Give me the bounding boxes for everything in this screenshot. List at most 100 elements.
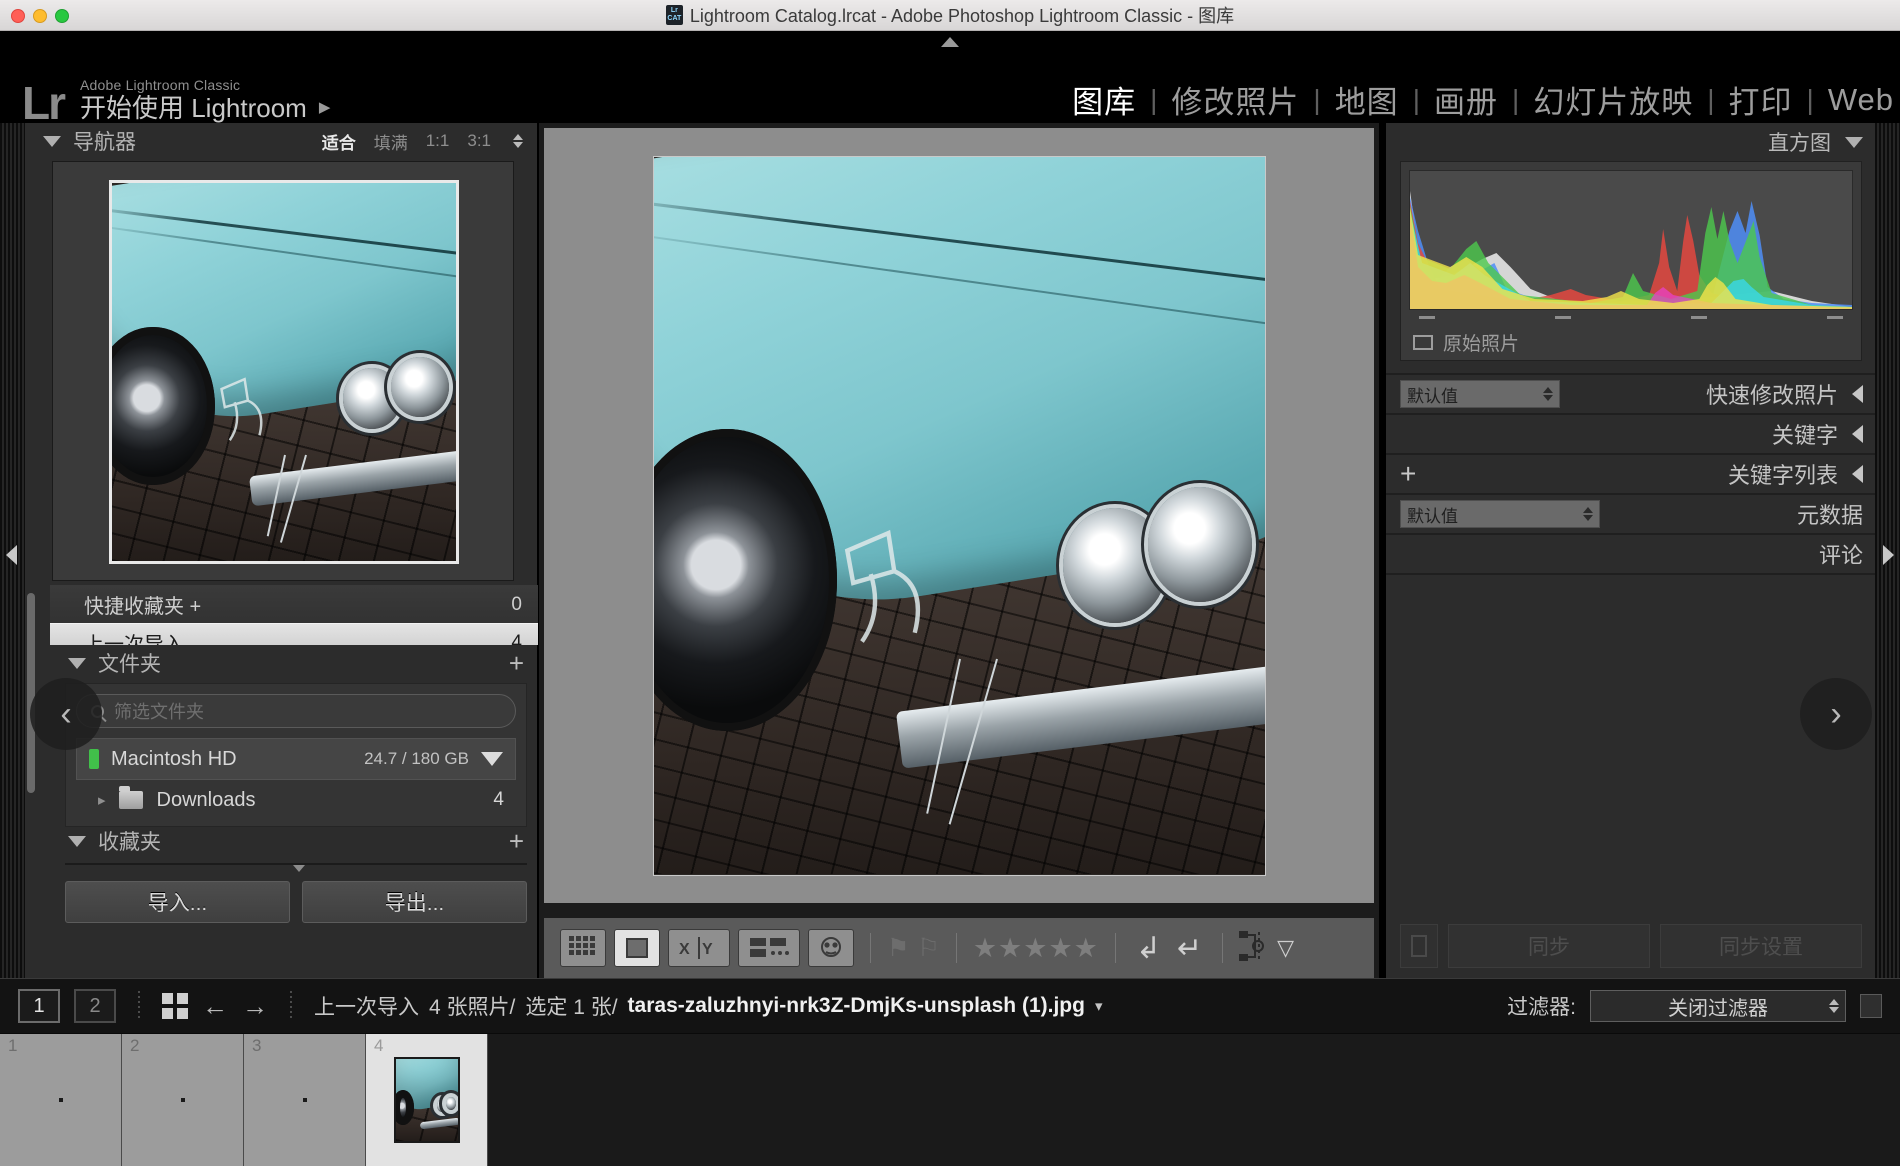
rotate-left-icon[interactable]: ↲ [1132, 931, 1165, 966]
status-source: 上一次导入 [314, 996, 419, 1019]
minimize-button[interactable] [33, 9, 47, 23]
left-panel-resize-grabber-icon[interactable] [293, 865, 305, 872]
next-photo-overlay-button[interactable]: › [1800, 678, 1872, 750]
grid-view-icon[interactable] [162, 993, 188, 1019]
filmstrip-thumb-4[interactable]: 4 [366, 1034, 488, 1166]
left-panel-scrollbar[interactable] [27, 593, 35, 793]
module-develop[interactable]: 修改照片 [1157, 77, 1313, 122]
sync-mode-toggle[interactable] [1400, 924, 1438, 968]
section-keywording[interactable]: 关键字 [1386, 413, 1875, 453]
filter-stepper-icon[interactable] [1829, 999, 1839, 1013]
chevron-down-icon[interactable] [43, 135, 61, 147]
right-panel-collapse-arrow-icon[interactable] [1883, 545, 1894, 565]
chevron-left-icon[interactable] [1852, 425, 1863, 443]
catalog-row-quick-collection[interactable]: 快捷收藏夹 + 0 [50, 585, 538, 623]
people-view-button[interactable] [808, 929, 854, 967]
module-separator: | [1806, 83, 1814, 115]
window-traffic-lights[interactable] [11, 9, 69, 23]
screen-2-button[interactable]: 2 [74, 989, 116, 1023]
chevron-left-icon[interactable] [1852, 385, 1863, 403]
export-button[interactable]: 导出... [302, 881, 527, 923]
compare-view-button[interactable]: XY [668, 929, 730, 967]
loupe-view-canvas[interactable] [544, 128, 1374, 903]
filmstrip-thumb-1[interactable]: 1 [0, 1034, 122, 1166]
filmstrip-thumb-2[interactable]: 2 [122, 1034, 244, 1166]
navigator-preview[interactable] [52, 161, 514, 581]
preset-stepper-icon[interactable] [1583, 507, 1593, 521]
zoom-mode-1-1[interactable]: 1:1 [426, 131, 450, 151]
chevron-down-icon[interactable] [1845, 136, 1863, 148]
identity-plate[interactable]: Lr Adobe Lightroom Classic 开始使用 Lightroo… [22, 77, 330, 123]
thumb-teal-classic-car [393, 1057, 460, 1143]
flag-reject-icon[interactable]: ⚐ [917, 933, 939, 963]
zoom-stepper-icon[interactable] [513, 134, 523, 148]
preset-stepper-icon[interactable] [1543, 387, 1553, 401]
screen-1-button[interactable]: 1 [18, 989, 60, 1023]
module-map[interactable]: 地图 [1321, 77, 1413, 122]
chevron-down-icon[interactable] [68, 835, 86, 847]
survey-view-button[interactable] [738, 929, 800, 967]
metadata-preset-select[interactable]: 默认值 [1400, 500, 1600, 528]
section-quick-develop[interactable]: 默认值 快速修改照片 [1386, 373, 1875, 413]
module-slideshow[interactable]: 幻灯片放映 [1519, 77, 1707, 122]
add-keyword-button[interactable]: + [1400, 460, 1416, 488]
next-photo-arrow-icon[interactable]: → [242, 991, 268, 1022]
section-metadata[interactable]: 默认值 元数据 [1386, 493, 1875, 533]
top-panel-toggle-arrow[interactable] [941, 37, 959, 47]
histogram-header[interactable]: 直方图 [1386, 123, 1875, 161]
volume-menu-chevron-down-icon[interactable] [481, 752, 503, 766]
original-photo-label: 原始照片 [1443, 334, 1520, 355]
section-keyword-list[interactable]: + 关键字列表 [1386, 453, 1875, 493]
volume-row-macintosh-hd[interactable]: Macintosh HD 24.7 / 180 GB [76, 738, 516, 780]
identity-arrow-icon[interactable]: ▶ [319, 93, 331, 123]
filter-select[interactable]: 关闭过滤器 [1590, 990, 1846, 1022]
collections-header[interactable]: 收藏夹 + [50, 823, 538, 859]
module-picker[interactable]: 图库 | 修改照片 | 地图 | 画册 | 幻灯片放映 | 打印 | Web [1058, 77, 1900, 122]
sync-button[interactable]: 同步 [1448, 924, 1650, 968]
rotate-right-icon[interactable]: ↵ [1173, 931, 1206, 966]
previous-photo-overlay-button[interactable]: ‹ [30, 678, 102, 750]
status-chevron-down-icon[interactable]: ▾ [1095, 997, 1103, 1015]
import-button[interactable]: 导入... [65, 881, 290, 923]
flag-pick-icon[interactable]: ⚑ [887, 933, 909, 963]
chevron-down-icon[interactable] [68, 657, 86, 669]
navigator-header[interactable]: 导航器 适合 填满 1:1 3:1 [25, 123, 537, 159]
filmstrip-thumb-3[interactable]: 3 [244, 1034, 366, 1166]
maximize-button[interactable] [55, 9, 69, 23]
rating-stars[interactable]: ★★★★★ [973, 933, 1099, 964]
zoom-mode-fill[interactable]: 填满 [374, 129, 408, 154]
folder-disclosure-icon[interactable]: ▸ [98, 791, 105, 809]
original-photo-row[interactable]: 原始照片 [1409, 319, 1853, 356]
module-web[interactable]: Web [1814, 82, 1900, 118]
add-collection-button[interactable]: + [509, 828, 524, 854]
chevron-left-icon[interactable] [1852, 465, 1863, 483]
status-photo-count: 4 张照片/ [429, 996, 516, 1019]
sync-settings-button[interactable]: 同步设置 [1660, 924, 1862, 968]
loupe-view-button[interactable] [614, 929, 660, 967]
folder-row-downloads[interactable]: ▸ Downloads 4 [76, 780, 516, 820]
histogram-plot[interactable] [1409, 170, 1853, 310]
toolbar-content-icon[interactable] [1239, 930, 1265, 966]
section-metadata-title: 元数据 [1796, 503, 1863, 528]
zoom-mode-3-1[interactable]: 3:1 [467, 131, 491, 151]
toolbar-options-chevron-down-icon[interactable]: ▽ [1273, 935, 1298, 961]
grid-view-button[interactable] [560, 929, 606, 967]
left-panel-collapse-arrow-icon[interactable] [6, 545, 17, 565]
module-print[interactable]: 打印 [1715, 77, 1807, 122]
module-library[interactable]: 图库 [1058, 77, 1150, 122]
previous-photo-arrow-icon[interactable]: ← [202, 991, 228, 1022]
section-comments[interactable]: 评论 [1386, 533, 1875, 573]
folder-filter-input[interactable]: 筛选文件夹 [76, 694, 516, 728]
catalog-row-previous-import[interactable]: 上一次导入 4 [50, 623, 538, 645]
window-title: Lightroom Catalog.lrcat - Adobe Photosho… [689, 6, 1235, 26]
module-bar: Lr Adobe Lightroom Classic 开始使用 Lightroo… [0, 31, 1900, 123]
add-folder-button[interactable]: + [509, 650, 524, 676]
quick-develop-preset-select[interactable]: 默认值 [1400, 380, 1560, 408]
zoom-mode-fit[interactable]: 适合 [322, 129, 356, 154]
navigator-zoom-modes[interactable]: 适合 填满 1:1 3:1 [322, 129, 523, 154]
folders-header[interactable]: 文件夹 + [50, 645, 538, 681]
toolbar-separator [1114, 933, 1116, 963]
filter-lock-toggle[interactable] [1860, 994, 1882, 1018]
close-button[interactable] [11, 9, 25, 23]
module-book[interactable]: 画册 [1420, 77, 1512, 122]
